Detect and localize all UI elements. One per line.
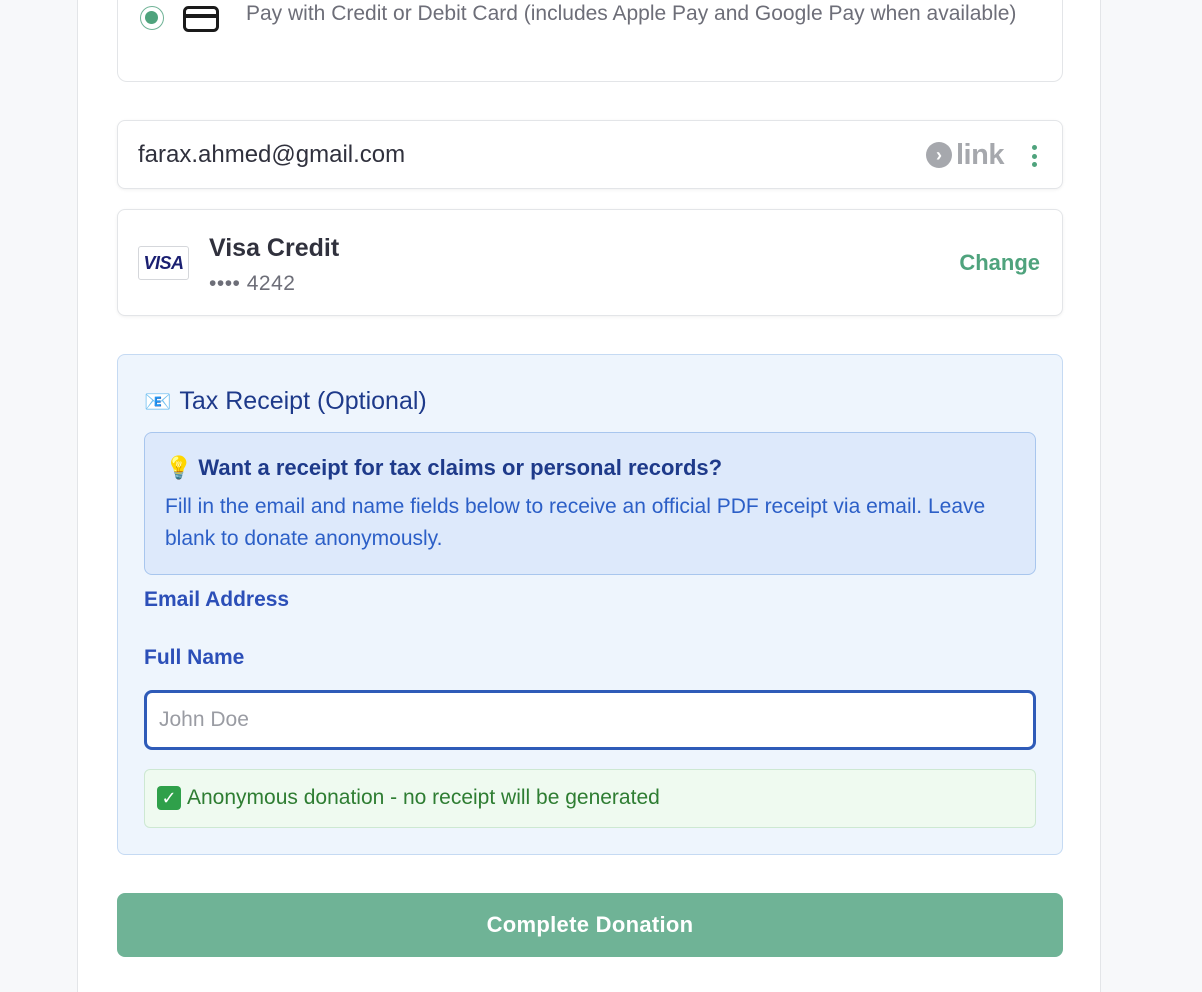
payment-method-option[interactable]: Pay with Credit or Debit Card (includes … xyxy=(117,0,1063,82)
tax-receipt-section: 📧 Tax Receipt (Optional) 💡 Want a receip… xyxy=(117,354,1063,855)
credit-card-icon xyxy=(183,6,219,32)
link-email: farax.ahmed@gmail.com xyxy=(138,141,406,168)
radio-selected-dot xyxy=(145,11,158,24)
donation-form-panel: Pay with Credit or Debit Card (includes … xyxy=(77,0,1101,992)
tax-receipt-title: 📧 Tax Receipt (Optional) xyxy=(144,387,427,416)
receipt-info-body: Fill in the email and name fields below … xyxy=(165,495,986,550)
payment-method-label: Pay with Credit or Debit Card (includes … xyxy=(246,2,1017,25)
link-logo: › link xyxy=(926,139,1004,171)
lightbulb-icon: 💡 xyxy=(165,455,193,480)
link-account-row[interactable]: farax.ahmed@gmail.com › link xyxy=(117,120,1063,189)
anonymous-notice-text: Anonymous donation - no receipt will be … xyxy=(187,786,660,809)
link-chevron-icon: › xyxy=(926,142,952,168)
card-brand: Visa Credit xyxy=(209,234,340,262)
payment-method-radio[interactable] xyxy=(140,6,164,30)
visa-logo: VISA xyxy=(138,246,189,280)
link-logo-text: link xyxy=(956,138,1004,171)
email-address-label: Email Address xyxy=(144,588,290,611)
check-mark-icon: ✓ xyxy=(157,786,181,810)
change-card-link[interactable]: Change xyxy=(959,250,1040,276)
receipt-info-heading-text: Want a receipt for tax claims or persona… xyxy=(198,455,723,480)
full-name-input[interactable] xyxy=(144,690,1036,750)
anonymous-notice: ✓ Anonymous donation - no receipt will b… xyxy=(144,769,1036,828)
saved-card-row: VISA Visa Credit •••• 4242 Change xyxy=(117,209,1063,316)
full-name-label: Full Name xyxy=(144,646,245,669)
card-number: •••• 4242 xyxy=(209,272,296,295)
anonymous-notice-content: ✓ Anonymous donation - no receipt will b… xyxy=(157,786,660,810)
kebab-menu-icon[interactable] xyxy=(1026,145,1042,167)
receipt-info-heading: 💡 Want a receipt for tax claims or perso… xyxy=(165,455,722,481)
receipt-info-box: 💡 Want a receipt for tax claims or perso… xyxy=(144,432,1036,575)
complete-donation-button[interactable]: Complete Donation xyxy=(117,893,1063,957)
tax-receipt-title-text: Tax Receipt (Optional) xyxy=(179,387,427,415)
envelope-icon: 📧 xyxy=(144,388,172,414)
